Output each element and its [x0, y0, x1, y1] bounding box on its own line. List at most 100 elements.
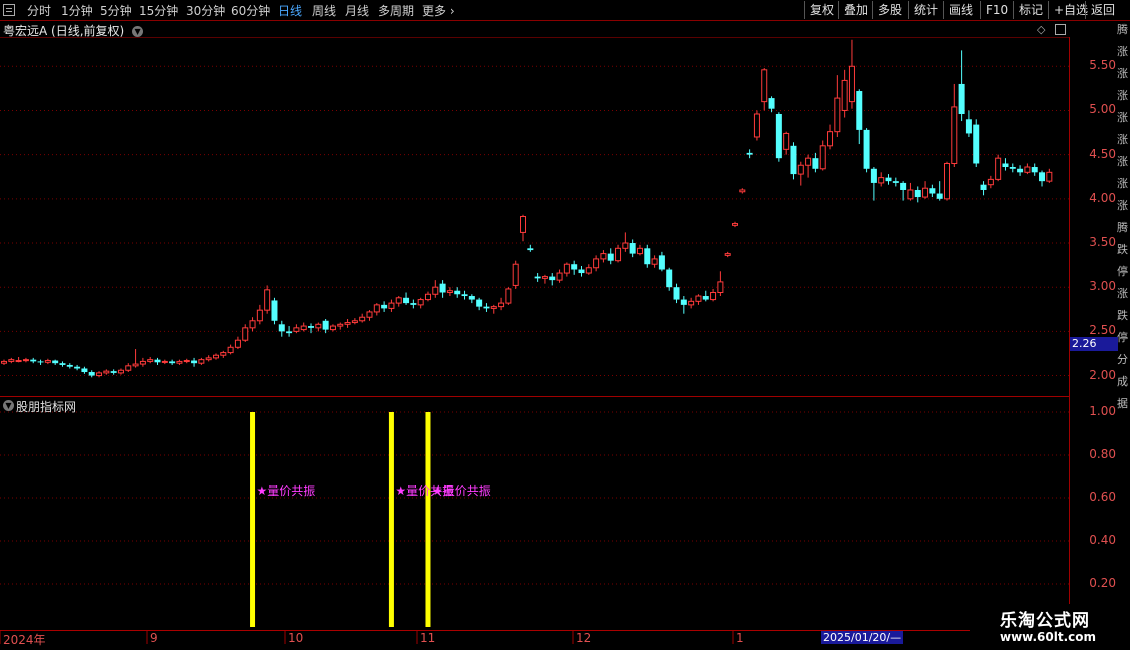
candle: [753, 110, 760, 141]
candle: [300, 322, 307, 332]
candle: [22, 357, 29, 363]
kline-chart[interactable]: [0, 0, 1130, 650]
side-strip-char: 据: [1117, 397, 1128, 410]
date-tick-label: 2024年: [3, 633, 46, 647]
price-tick-label: 2.00: [1089, 367, 1116, 382]
candle: [775, 112, 782, 162]
candle: [666, 267, 673, 291]
indicator-tick-label: 0.20: [1089, 576, 1116, 590]
candle-body: [359, 316, 366, 322]
candle-body: [622, 242, 629, 249]
side-strip-char: 涨: [1117, 177, 1128, 190]
candle: [929, 184, 936, 198]
candle: [1046, 168, 1053, 183]
candle-body: [403, 297, 410, 304]
candle: [205, 355, 212, 362]
candle-body: [929, 188, 936, 194]
candle: [322, 319, 329, 334]
candle: [702, 290, 709, 302]
candle-body: [900, 182, 907, 190]
candle-body: [139, 360, 146, 365]
candle: [366, 310, 373, 321]
candle: [227, 344, 234, 355]
candle-body: [688, 300, 695, 306]
candle: [629, 239, 636, 258]
price-tick-label: 4.50: [1089, 146, 1116, 161]
candle: [337, 322, 344, 330]
candle: [717, 271, 724, 297]
candle-body: [1002, 163, 1009, 168]
price-tick-label: 2.50: [1089, 323, 1116, 338]
candle-body: [1031, 167, 1038, 173]
side-strip-char: 分: [1117, 353, 1128, 366]
candle: [30, 357, 37, 364]
candle-body: [892, 181, 899, 183]
candle: [249, 317, 256, 332]
chart-grid: [0, 65, 1069, 585]
candle: [907, 182, 914, 201]
candle-body: [995, 157, 1002, 180]
candle-body: [666, 269, 673, 288]
candle: [498, 297, 505, 311]
candle-body: [329, 325, 336, 331]
candle-body: [717, 281, 724, 293]
candle: [66, 363, 73, 369]
candle-body: [366, 311, 373, 318]
candle-body: [476, 299, 483, 307]
candle-body: [907, 189, 914, 200]
candle: [973, 119, 980, 168]
candle-body: [220, 352, 227, 356]
candle-body: [1009, 167, 1016, 169]
candle-body: [278, 324, 285, 332]
candle-body: [264, 289, 271, 311]
candle: [987, 175, 994, 189]
candle-body: [870, 168, 877, 183]
candle-body: [373, 304, 380, 313]
candle: [410, 299, 417, 309]
candle: [571, 260, 578, 275]
candle-body: [958, 83, 965, 114]
candle-body: [936, 193, 943, 199]
signal-bar: [425, 412, 431, 627]
candle-body: [922, 187, 929, 198]
candle-body: [746, 152, 753, 155]
candle: [161, 359, 168, 365]
candle: [585, 264, 592, 275]
candle-body: [593, 258, 600, 269]
candle: [680, 296, 687, 314]
side-strip-char: 停: [1117, 265, 1128, 278]
candle-body: [103, 370, 110, 374]
candle: [191, 357, 198, 367]
candle-body: [293, 327, 300, 332]
candle: [622, 232, 629, 252]
candle-body: [37, 361, 44, 363]
candle: [658, 251, 665, 272]
candle-body: [505, 288, 512, 304]
candle-body: [147, 359, 154, 362]
candle-body: [322, 320, 329, 330]
candle-body: [534, 276, 541, 279]
candle-body: [790, 145, 797, 175]
candle-body: [388, 302, 395, 309]
candle-body: [607, 253, 614, 261]
candle: [439, 280, 446, 298]
candle: [607, 248, 614, 265]
candle: [417, 297, 424, 309]
chevron-down-icon[interactable]: ▼: [3, 400, 14, 411]
date-tick-label: 11: [420, 631, 436, 645]
candle: [593, 255, 600, 272]
candle: [351, 318, 358, 325]
candle: [783, 131, 790, 155]
candle: [212, 353, 219, 360]
candle-body: [943, 162, 950, 200]
side-panel-strip[interactable]: 腾涨涨涨涨涨涨涨涨腾跌停涨跌停分成据: [1117, 21, 1130, 650]
candle: [37, 359, 44, 365]
candle: [293, 324, 300, 334]
candle-body: [753, 113, 760, 138]
candle-body: [117, 369, 124, 374]
candle-body: [987, 178, 994, 186]
candle: [278, 320, 285, 337]
candle: [615, 244, 622, 263]
date-tick-label: 1: [736, 631, 744, 645]
candle-body: [768, 98, 775, 109]
